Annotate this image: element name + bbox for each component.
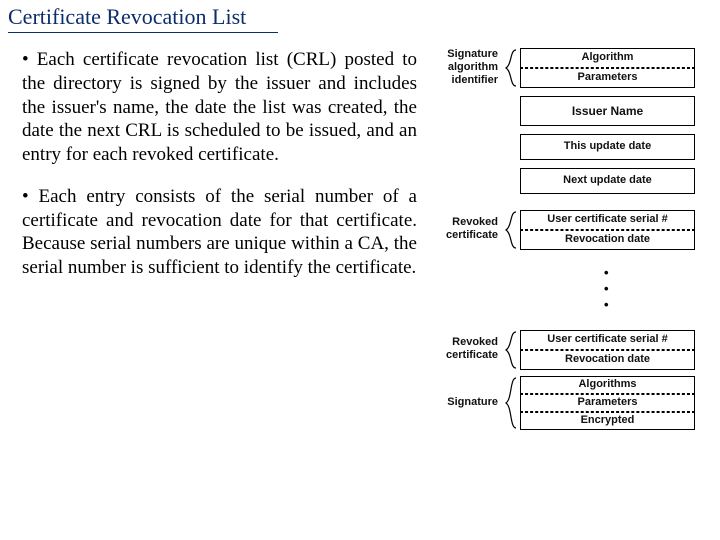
label-signature-algorithm-identifier: Signature algorithm identifier: [438, 48, 498, 88]
cell-revocation-date-2: Revocation date: [520, 350, 695, 370]
brace-icon: [500, 330, 518, 370]
slide-title: Certificate Revocation List: [8, 4, 278, 33]
cell-revocation-date-1: Revocation date: [520, 230, 695, 250]
label-revoked-certificate-1: Revoked certificate: [438, 216, 498, 242]
cell-signature-encrypted: Encrypted: [520, 412, 695, 430]
label-text: certificate: [446, 229, 498, 241]
cell-signature-algorithms: Algorithms: [520, 376, 695, 394]
cell-algorithm: Algorithm: [520, 48, 695, 68]
ellipsis-dot: •: [604, 282, 609, 295]
label-text: certificate: [446, 349, 498, 361]
crl-structure-diagram: Signature algorithm identifier Algorithm…: [438, 48, 710, 470]
brace-icon: [500, 376, 518, 430]
cell-issuer-name: Issuer Name: [520, 96, 695, 126]
label-text: Revoked: [452, 336, 498, 348]
ellipsis-dot: •: [604, 298, 609, 311]
label-signature: Signature: [438, 396, 498, 409]
paragraph-1: • Each certificate revocation list (CRL)…: [22, 48, 417, 167]
cell-this-update-date: This update date: [520, 134, 695, 160]
label-text: Signature: [447, 48, 498, 60]
cell-user-cert-serial-1: User certificate serial #: [520, 210, 695, 230]
body-text: • Each certificate revocation list (CRL)…: [22, 48, 417, 298]
cell-signature-parameters: Parameters: [520, 394, 695, 412]
label-text: identifier: [452, 74, 498, 86]
slide: Certificate Revocation List • Each certi…: [0, 0, 720, 540]
cell-parameters: Parameters: [520, 68, 695, 88]
paragraph-2: • Each entry consists of the serial numb…: [22, 185, 417, 280]
brace-icon: [500, 210, 518, 250]
label-text: algorithm: [448, 61, 498, 73]
label-text: Revoked: [452, 216, 498, 228]
ellipsis-dot: •: [604, 266, 609, 279]
cell-user-cert-serial-2: User certificate serial #: [520, 330, 695, 350]
brace-icon: [500, 48, 518, 88]
cell-next-update-date: Next update date: [520, 168, 695, 194]
label-revoked-certificate-2: Revoked certificate: [438, 336, 498, 362]
